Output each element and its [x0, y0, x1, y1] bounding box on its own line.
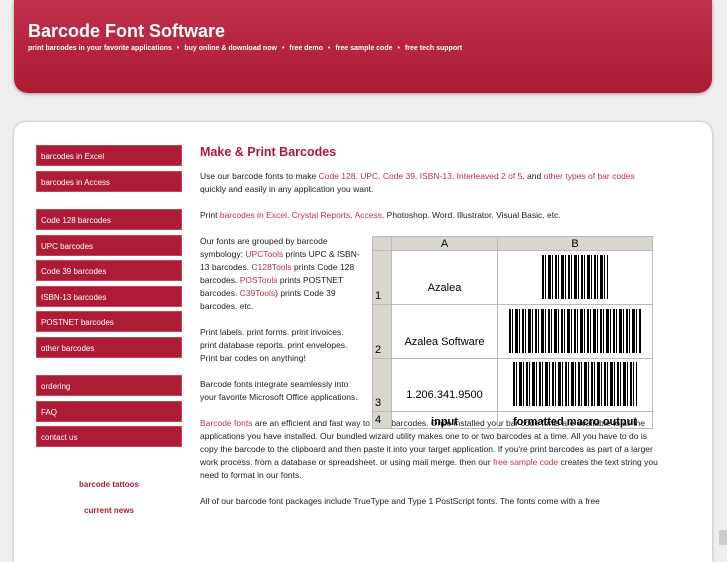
c39tools-link[interactable]: C39Tools	[240, 288, 275, 298]
separator: •	[176, 45, 180, 52]
free-sample-code-link[interactable]: free sample code	[493, 457, 558, 467]
site-title[interactable]: Barcode Font Software	[28, 21, 225, 42]
barcode-image	[509, 309, 641, 353]
input-label: input	[391, 411, 498, 429]
text: Print	[200, 210, 220, 220]
postools-link[interactable]: POSTools	[240, 275, 278, 285]
barcode-cell	[497, 250, 653, 305]
spreadsheet-example: AB 1 Azalea 2 Azalea Software 3 1.206.341.9…	[372, 236, 653, 429]
tagline-item: free demo	[289, 45, 323, 52]
separator: •	[281, 45, 285, 52]
code128-link[interactable]: Code 128	[319, 171, 356, 181]
scrollbar[interactable]	[719, 530, 727, 545]
sidebar-item-excel[interactable]: barcodes in Excel	[36, 145, 182, 166]
tagline-item: free sample code	[335, 45, 393, 52]
row-header: 2	[372, 304, 392, 359]
sidebar-item-upc[interactable]: UPC barcodes	[36, 235, 182, 256]
text: . Photoshop. Word. Illustrator. Visual B…	[381, 210, 561, 220]
sidebar-item-contact[interactable]: contact us	[36, 426, 182, 447]
symbology-paragraph: Our fonts are grouped by barcode symbolo…	[200, 235, 360, 313]
tagline: print barcodes in your favorite applicat…	[28, 45, 462, 52]
print-paragraph: Print barcodes in Excel. Crystal Reports…	[200, 210, 561, 220]
sidebar-item-code39[interactable]: Code 39 barcodes	[36, 260, 182, 281]
column-header: B	[497, 236, 653, 251]
tagline-item: free tech support	[404, 45, 463, 52]
upc-link[interactable]: UPC	[360, 171, 378, 181]
barcode-cell	[497, 304, 653, 359]
text: quickly and easily in any application yo…	[200, 184, 374, 194]
corner-cell	[372, 236, 392, 251]
sidebar-item-postnet[interactable]: POSTNET barcodes	[36, 311, 182, 332]
current-news-link[interactable]: current news	[36, 506, 182, 515]
isbn13-link[interactable]: ISBN-13	[420, 171, 452, 181]
barcode-image	[513, 362, 637, 406]
separator: •	[327, 45, 331, 52]
sidebar-item-other[interactable]: other barcodes	[36, 337, 182, 358]
page-title: Make & Print Barcodes	[200, 145, 337, 159]
interleaved-link[interactable]: Interleaved 2 of 5	[457, 171, 523, 181]
sidebar-item-faq[interactable]: FAQ	[36, 401, 182, 422]
separator: •	[397, 45, 400, 52]
access-link[interactable]: Access	[355, 210, 382, 220]
sidebar-item-code128[interactable]: Code 128 barcodes	[36, 209, 182, 230]
barcode-cell	[497, 358, 653, 412]
input-cell: Azalea Software	[391, 304, 498, 359]
print-labels-paragraph: Print labels. print forms. print invoice…	[200, 327, 348, 363]
office-paragraph: Barcode fonts integrate seamlessly into …	[200, 379, 358, 402]
code39-link[interactable]: Code 39	[383, 171, 415, 181]
sidebar-item-access[interactable]: barcodes in Access	[36, 171, 182, 192]
barcode-fonts-link[interactable]: Barcode fonts	[200, 418, 252, 428]
left-column: Our fonts are grouped by barcode symbolo…	[200, 235, 360, 417]
output-label: formatted macro output	[497, 411, 653, 429]
c128tools-link[interactable]: C128Tools	[252, 262, 292, 272]
input-cell: Azalea	[391, 250, 498, 305]
text: Use our barcode fonts to make	[200, 171, 319, 181]
intro-paragraph: Use our barcode fonts to make Code 128. …	[200, 171, 635, 194]
row-header: 4	[372, 411, 392, 429]
crystal-reports-link[interactable]: Crystal Reports	[292, 210, 351, 220]
other-types-link[interactable]: other types of bar codes	[544, 171, 635, 181]
input-cell: 1.206.341.9500	[391, 358, 498, 412]
tagline-item: buy online & download now	[184, 45, 277, 52]
tagline-item: print barcodes in your favorite applicat…	[28, 45, 172, 52]
upctools-link[interactable]: UPCTools	[245, 249, 283, 259]
column-header: A	[391, 236, 498, 251]
row-header: 1	[372, 250, 392, 305]
sidebar-item-isbn13[interactable]: ISBN-13 barcodes	[36, 286, 182, 307]
barcode-tattoos-link[interactable]: barcode tattoos	[36, 480, 182, 489]
site-header: Barcode Font Software print barcodes in …	[14, 0, 712, 93]
row-header: 3	[372, 358, 392, 412]
sidebar-item-ordering[interactable]: ordering	[36, 375, 182, 396]
barcode-image	[542, 255, 608, 299]
packages-paragraph: All of our barcode font packages include…	[200, 496, 600, 506]
text: and	[524, 171, 544, 181]
excel-link[interactable]: barcodes in Excel	[220, 210, 287, 220]
